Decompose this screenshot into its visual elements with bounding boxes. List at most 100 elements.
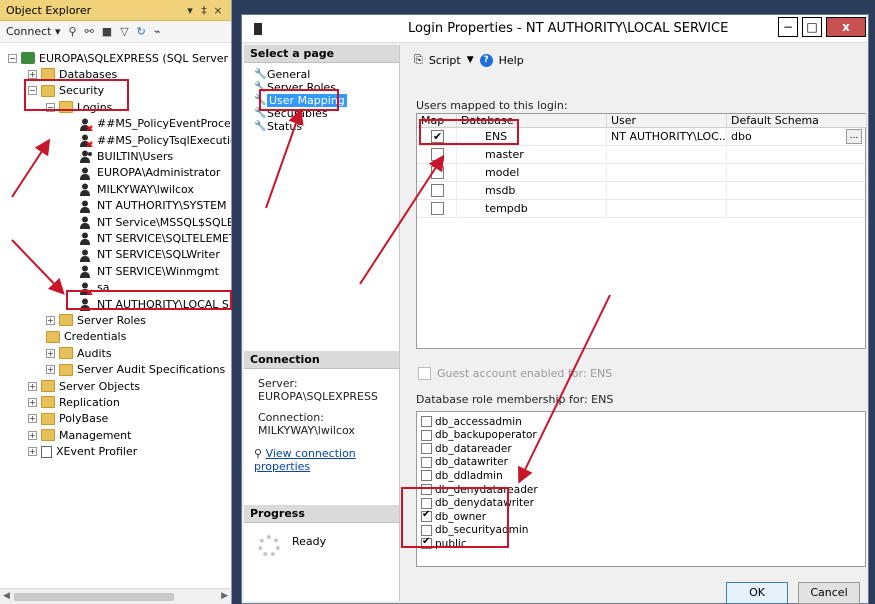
role-item[interactable]: db_ddladmin [421,469,503,482]
table-row[interactable]: model [417,164,867,182]
tree-node[interactable]: − EUROPA\SQLEXPRESS (SQL Server 13.0 [8,50,231,66]
database-cell[interactable]: tempdb [457,200,607,218]
table-row[interactable]: master [417,146,867,164]
map-checkbox[interactable] [431,202,444,215]
activity-monitor-icon[interactable]: ⌁ [154,25,161,38]
role-checkbox[interactable] [421,536,432,550]
column-header[interactable]: Database [457,114,607,128]
tree-node[interactable]: + PolyBase [28,411,108,427]
schema-cell[interactable] [727,182,867,200]
tree-node[interactable]: NT SERVICE\SQLTELEMETRY [66,230,231,246]
column-header[interactable]: Default Schema [727,114,867,128]
user-cell[interactable] [607,164,727,182]
page-item-server-roles[interactable]: 🔧 Server Roles [254,80,336,94]
tree-node[interactable]: EUROPA\Administrator [66,165,220,181]
table-row[interactable]: msdb [417,182,867,200]
tree-node[interactable]: MILKYWAY\lwilcox [66,181,194,197]
page-item-user-mapping[interactable]: 🔧 User Mapping [254,93,347,107]
role-checkbox[interactable] [421,509,432,523]
expand-icon[interactable]: + [28,430,37,440]
role-checkbox[interactable] [421,456,432,468]
tree-node[interactable]: + Management [28,427,131,443]
tree-node[interactable]: ##MS_PolicyEventProcessin [66,116,231,132]
ok-button[interactable]: OK [726,582,788,604]
database-cell[interactable]: msdb [457,182,607,200]
role-item[interactable]: db_datawriter [421,456,508,469]
expand-icon[interactable]: + [28,69,37,79]
role-item[interactable]: public [421,536,467,550]
user-cell[interactable]: NT AUTHORITY\LOC... [607,128,727,146]
cancel-button[interactable]: Cancel [798,582,860,604]
database-cell[interactable]: model [457,164,607,182]
expand-icon[interactable]: + [28,414,37,424]
page-item-status[interactable]: 🔧 Status [254,119,302,133]
role-item[interactable]: db_denydatareader [421,483,538,496]
scroll-right-icon[interactable]: ▶ [221,591,228,601]
tree-node[interactable]: + Server Audit Specifications [46,362,225,378]
role-item[interactable]: db_datareader [421,442,512,455]
role-checkbox[interactable] [421,416,432,427]
refresh-icon[interactable]: ↻ [137,25,146,38]
database-cell[interactable]: master [457,146,607,164]
schema-cell[interactable] [727,200,867,218]
tree-node[interactable]: NT SERVICE\Winmgmt [66,263,219,279]
role-checkbox[interactable] [421,443,432,455]
role-item[interactable]: db_securityadmin [421,524,528,537]
collapse-icon[interactable]: − [8,53,17,63]
expand-icon[interactable]: + [46,365,55,375]
role-item[interactable]: db_accessadmin [421,415,522,428]
collapse-icon[interactable]: − [28,86,37,96]
role-checkbox[interactable] [421,497,432,509]
expand-icon[interactable]: + [28,397,37,407]
tree-node[interactable]: + XEvent Profiler [28,444,137,460]
scrollbar-thumb[interactable] [14,593,174,601]
tree-node[interactable]: Credentials [46,329,126,345]
role-item[interactable]: db_backupoperator [421,429,537,442]
tree-node[interactable]: + Server Objects [28,378,140,394]
tree-node[interactable]: − Logins [46,99,112,115]
connect-icon[interactable]: ⚲ [69,25,77,38]
column-header[interactable]: Map [417,114,457,128]
database-cell[interactable]: ENS [457,128,607,146]
tree-node[interactable]: + Replication [28,394,120,410]
role-checkbox[interactable] [421,429,432,441]
connect-button[interactable]: Connect ▾ [6,25,61,38]
tree-node[interactable]: + Audits [46,345,112,361]
expand-icon[interactable]: + [28,381,37,391]
help-button[interactable]: Help [499,54,524,67]
stop-icon[interactable]: ■ [102,25,112,38]
role-checkbox[interactable] [421,484,432,495]
pin-icon[interactable]: ‡ [197,4,211,17]
tree-node[interactable]: ##MS_PolicyTsqlExecutionL [66,132,231,148]
role-item[interactable]: db_owner [421,509,486,523]
filter-icon[interactable]: ▽ [120,25,128,38]
disconnect-icon[interactable]: ⚯ [85,25,94,38]
expand-icon[interactable]: + [46,315,55,325]
role-checkbox[interactable] [421,470,432,482]
tree-node[interactable]: sa [66,280,109,296]
table-row[interactable]: ENSNT AUTHORITY\LOC...dbo... [417,128,867,146]
page-item-general[interactable]: 🔧 General [254,67,310,81]
map-checkbox[interactable] [431,166,444,179]
user-cell[interactable] [607,146,727,164]
minimize-button[interactable]: − [778,17,798,37]
tree-node[interactable]: − Security [28,83,104,99]
close-button[interactable]: x [826,17,866,37]
user-cell[interactable] [607,182,727,200]
column-header[interactable]: User [607,114,727,128]
page-item-securables[interactable]: 🔧 Securables [254,106,328,120]
schema-cell[interactable] [727,164,867,182]
tree-node[interactable]: + Server Roles [46,312,146,328]
close-icon[interactable]: × [211,4,225,17]
script-button[interactable]: Script [429,54,461,67]
role-checkbox[interactable] [421,524,432,536]
view-connection-properties-link[interactable]: View connection properties [254,447,356,473]
tree-node[interactable]: NT SERVICE\SQLWriter [66,247,220,263]
schema-cell[interactable]: dbo... [727,128,867,146]
map-checkbox[interactable] [431,128,444,145]
expand-icon[interactable]: + [28,447,37,457]
maximize-button[interactable]: □ [802,17,822,37]
role-item[interactable]: db_denydatawriter [421,497,534,510]
tree-node[interactable]: NT AUTHORITY\SYSTEM [66,198,227,214]
tree-node[interactable]: NT AUTHORITY\LOCAL SER [66,296,231,312]
